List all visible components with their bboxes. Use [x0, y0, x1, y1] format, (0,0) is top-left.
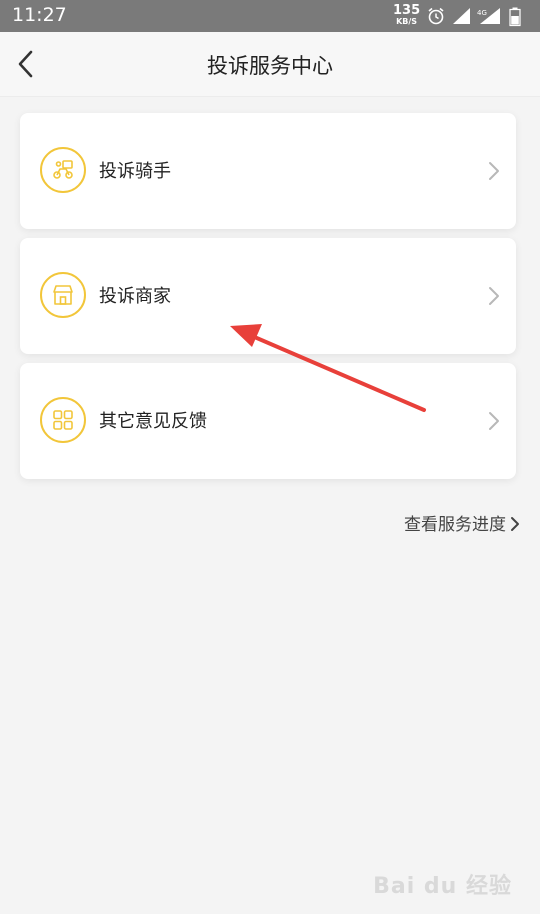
grid-apps-icon [40, 397, 86, 443]
chevron-right-icon [489, 412, 499, 430]
battery-icon [509, 7, 521, 27]
complain-rider-card[interactable]: 投诉骑手 [20, 113, 516, 229]
view-service-progress-label: 查看服务进度 [404, 515, 506, 535]
complain-merchant-label: 投诉商家 [99, 286, 171, 307]
page-title: 投诉服务中心 [207, 54, 333, 78]
complain-rider-label: 投诉骑手 [99, 161, 171, 182]
network-type-label: 4G [477, 9, 487, 17]
chevron-right-icon [489, 287, 499, 305]
chevron-right-icon [511, 517, 519, 531]
rider-scooter-icon [40, 147, 86, 193]
other-feedback-label: 其它意见反馈 [99, 411, 207, 432]
status-time: 11:27 [12, 4, 67, 26]
alarm-icon [428, 7, 444, 25]
signal-4g-icon: 4G [477, 8, 500, 24]
shop-storefront-icon [40, 272, 86, 318]
other-feedback-card[interactable]: 其它意见反馈 [20, 363, 516, 479]
signal-icon [453, 8, 470, 24]
network-speed-value: 135 [393, 3, 421, 18]
complain-merchant-card[interactable]: 投诉商家 [20, 238, 516, 354]
watermark-logo: Bai du 经验 [373, 874, 512, 899]
network-speed-unit: KB/S [396, 17, 418, 26]
status-bar: 11:27 135 KB/S 4G [0, 0, 540, 32]
network-speed: 135 KB/S [393, 4, 420, 26]
nav-bar: 投诉服务中心 [0, 32, 540, 97]
view-service-progress-link[interactable]: 查看服务进度 [404, 510, 520, 535]
chevron-right-icon [489, 162, 499, 180]
